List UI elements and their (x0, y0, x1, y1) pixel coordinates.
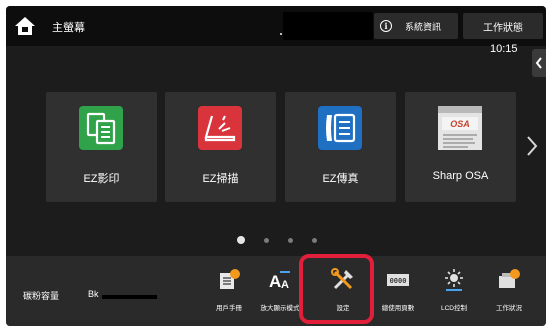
job-status-label: 工作狀態 (483, 22, 523, 34)
job-status-button[interactable]: 工作狀態 (463, 13, 543, 39)
app-tile-ez-fax[interactable]: EZ傳真 (285, 92, 396, 202)
scan-icon (198, 106, 242, 150)
shortcut-enlarge-display[interactable]: A A 放大顯示模式 (257, 258, 303, 316)
clock: 10:15 (490, 43, 518, 55)
svg-text:A: A (269, 272, 281, 291)
home-icon[interactable] (14, 16, 36, 36)
app-tile-ez-scan[interactable]: EZ掃描 (165, 92, 276, 202)
toner-level-bar (102, 295, 157, 299)
total-count-icon: 0000 (387, 274, 409, 286)
page-dot[interactable] (312, 237, 317, 243)
shortcut-label: 工作狀況 (496, 305, 522, 312)
app-label: Sharp OSA (432, 170, 489, 182)
info-icon: i (380, 20, 392, 32)
copy-icon (79, 106, 123, 150)
shortcut-total-count[interactable]: 0000 總使用頁數 (375, 258, 421, 316)
toner-color-label: Bk (88, 289, 99, 299)
sharp-osa-icon: OSA (438, 106, 482, 150)
app-label: EZ影印 (83, 173, 120, 185)
lcd-control-icon (445, 269, 463, 291)
shortcut-lcd-control[interactable]: LCD控制 (431, 258, 477, 316)
svg-text:0000: 0000 (390, 278, 407, 286)
shortcut-job-status[interactable]: 工作狀況 (486, 258, 532, 316)
toner-label: 碳粉容量 (23, 291, 60, 301)
app-label: EZ傳真 (322, 173, 359, 185)
app-tile-ez-copy[interactable]: EZ影印 (46, 92, 157, 202)
page-indicator (237, 236, 317, 244)
side-panel-tab[interactable] (532, 49, 546, 77)
settings-highlight-frame (299, 254, 374, 324)
page-dot[interactable] (288, 237, 293, 243)
shortcut-label: 總使用頁數 (381, 305, 415, 312)
svg-text:OSA: OSA (450, 119, 470, 129)
enlarge-display-icon: A A (269, 271, 290, 291)
app-label: EZ掃描 (202, 173, 239, 185)
chevron-left-icon (535, 57, 542, 69)
user-manual-icon (220, 269, 240, 289)
svg-text:A: A (281, 279, 289, 291)
message-area (283, 12, 373, 40)
page-dot[interactable] (264, 237, 269, 243)
app-tile-sharp-osa[interactable]: OSA Sharp OSA (405, 92, 516, 202)
shortcut-label: LCD控制 (440, 305, 467, 312)
shortcut-user-manual[interactable]: 用戶手冊 (206, 258, 252, 316)
job-status-icon (499, 269, 520, 288)
shortcut-label: 用戶手冊 (216, 305, 242, 312)
message-indicator (280, 33, 282, 35)
system-info-label: 系統資訊 (405, 21, 442, 32)
home-screen: 主螢幕 i 系統資訊 工作狀態 10:15 EZ影印 EZ掃描 EZ傳真 OSA… (6, 6, 546, 326)
system-info-button[interactable]: i 系統資訊 (374, 13, 458, 39)
next-page-arrow-icon[interactable] (525, 134, 539, 158)
fax-icon (318, 106, 362, 150)
top-bar: 主螢幕 i 系統資訊 工作狀態 (6, 6, 546, 46)
page-dot-active[interactable] (237, 236, 245, 244)
home-title: 主螢幕 (52, 22, 85, 34)
